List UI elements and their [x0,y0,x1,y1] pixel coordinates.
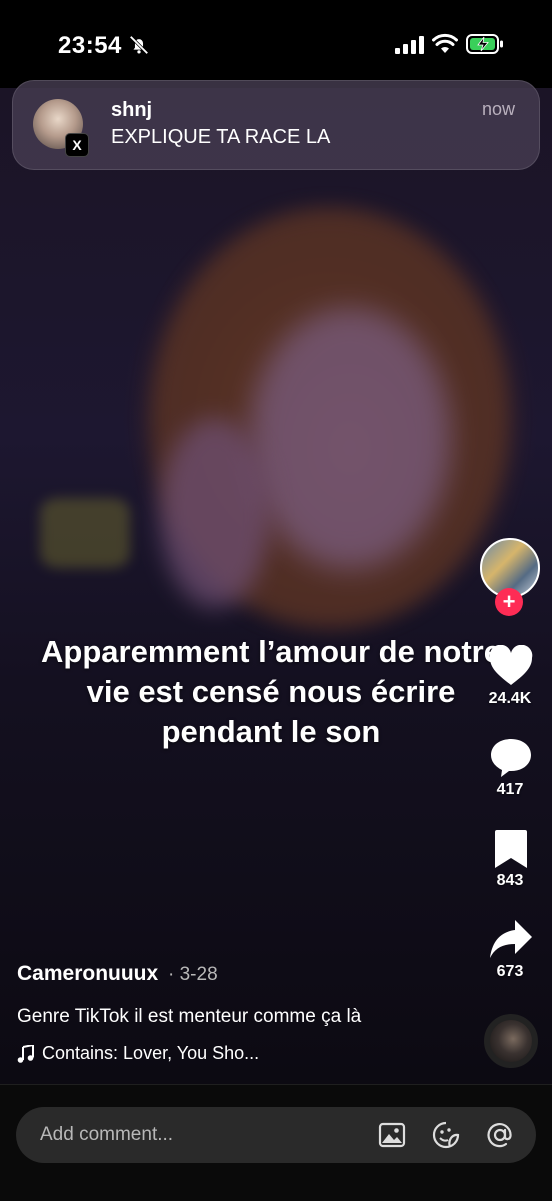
music-disc[interactable] [484,1014,538,1068]
comment-icon[interactable] [488,736,534,778]
comment-placeholder: Add comment... [40,1124,174,1145]
notification-sender: shnj [111,99,153,121]
battery-charging-icon [466,34,503,54]
share-count: 673 [496,963,524,980]
push-notification[interactable]: X shnj EXPLIQUE TA RACE LA now [12,80,540,170]
notification-time: now [481,99,515,119]
bell-slash-icon [129,35,149,55]
mention-icon[interactable] [486,1121,514,1149]
video-shape [40,498,130,568]
notification-message: EXPLIQUE TA RACE LA [111,126,331,148]
status-time: 23:54 [58,32,122,59]
wifi-icon [432,33,458,53]
comment-input[interactable]: Add comment... [16,1107,536,1163]
video-shape [250,308,450,568]
follow-button[interactable]: + [495,588,523,616]
image-icon[interactable] [378,1121,406,1149]
share-icon[interactable] [488,918,534,960]
like-count: 24.4K [488,690,532,707]
post-date: · 3-28 [168,964,218,985]
author-name[interactable]: Cameronuuux [17,962,158,986]
video-caption: Apparemment l’amour de notre vie est cen… [41,634,501,749]
comment-count: 417 [496,781,524,798]
music-note-icon [17,1045,34,1063]
cellular-signal-icon [395,36,424,54]
status-bar: 23:54 [0,0,552,88]
x-logo-icon: X [65,133,89,157]
save-count: 843 [496,872,524,889]
video-player[interactable] [0,88,552,1084]
video-shape [160,418,270,608]
music-title[interactable]: Contains: Lover, You Sho... [42,1043,259,1064]
heart-icon[interactable] [488,645,534,687]
sticker-icon[interactable] [432,1121,460,1149]
bookmark-icon[interactable] [488,828,534,870]
comment-bar: Add comment... [0,1084,552,1201]
post-description: Genre TikTok il est menteur comme ça là [17,1006,362,1027]
